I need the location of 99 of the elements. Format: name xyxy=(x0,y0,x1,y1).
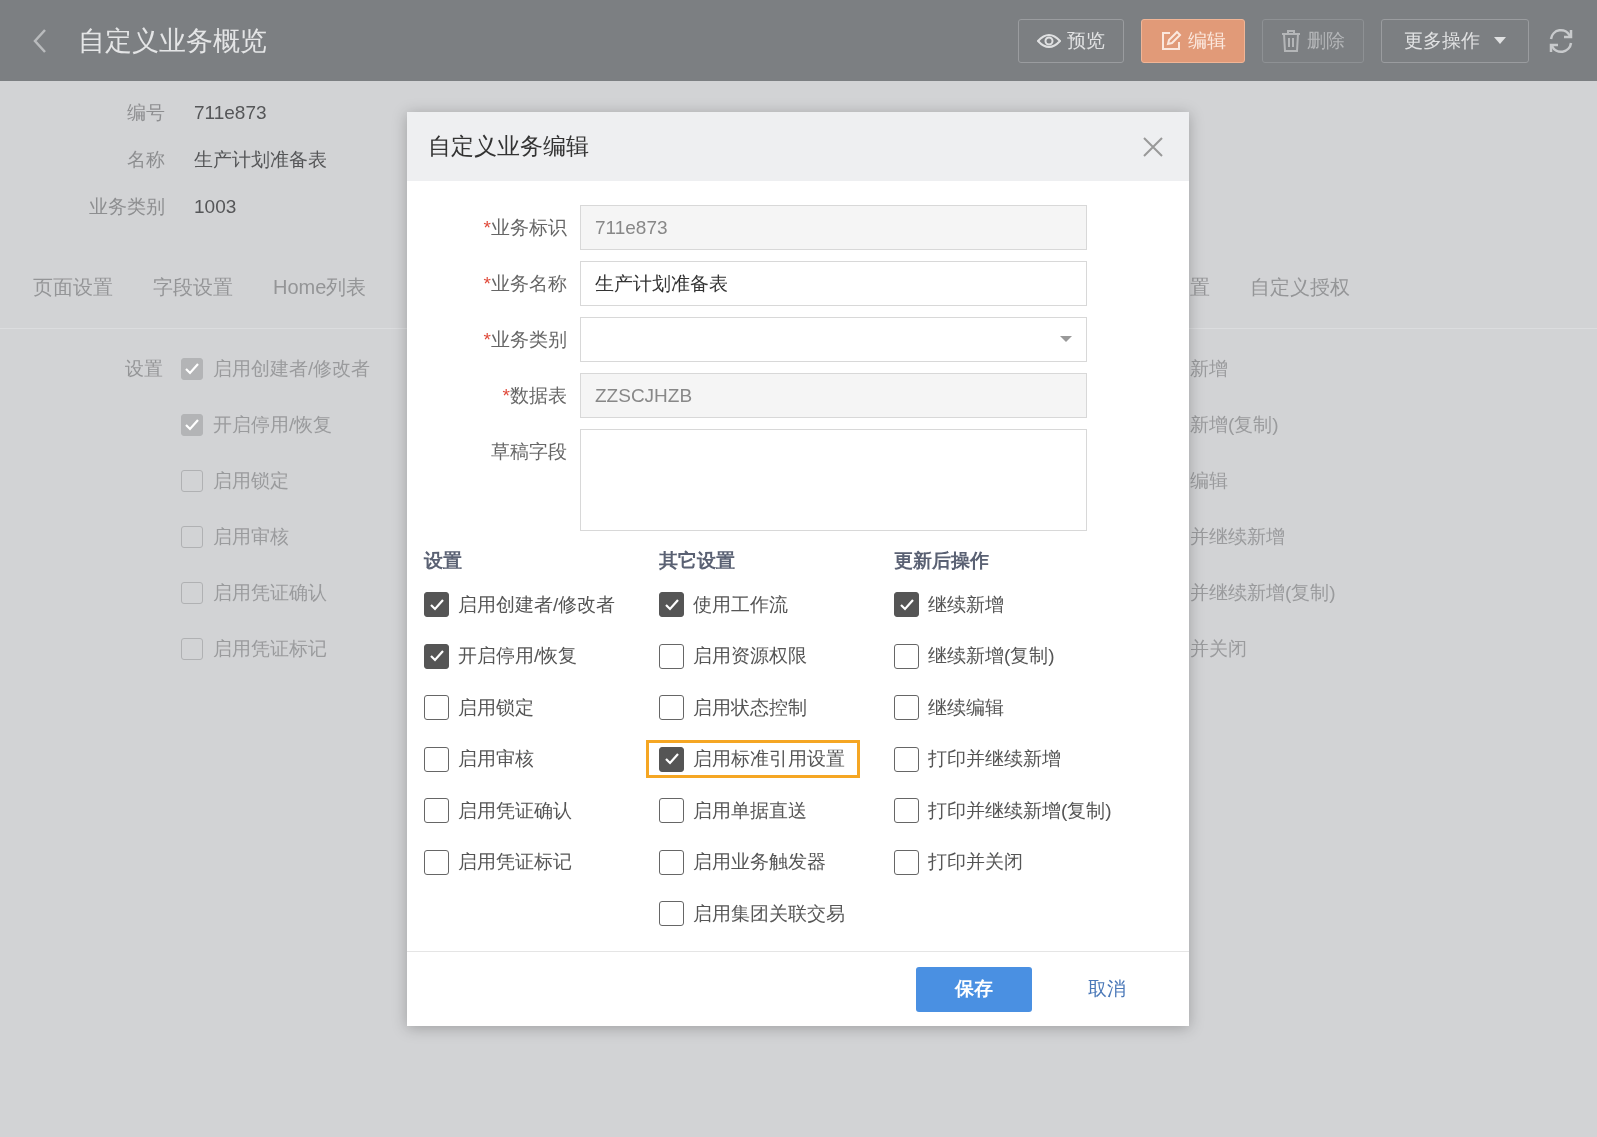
field-label: *数据表 xyxy=(501,384,567,408)
checkbox-label: 使用工作流 xyxy=(693,592,788,617)
checkbox[interactable] xyxy=(659,798,684,824)
field-label: *业务标识 xyxy=(482,216,567,240)
checkbox[interactable] xyxy=(181,526,203,548)
check-icon xyxy=(664,598,679,611)
field-label: 编号 xyxy=(126,100,165,125)
input-field[interactable]: 生产计划准备表 xyxy=(580,261,1087,306)
checkbox[interactable] xyxy=(424,849,449,875)
checkbox-label: 启用业务触发器 xyxy=(693,850,826,875)
field-label: 名称 xyxy=(126,147,165,172)
trash-icon xyxy=(1281,29,1301,52)
input-field[interactable]: 711e873 xyxy=(580,205,1087,250)
checkbox-label: 启用审核 xyxy=(213,525,289,549)
checkbox[interactable] xyxy=(181,638,203,660)
checkbox-label: 启用创建者/修改者 xyxy=(213,357,371,381)
checkbox[interactable] xyxy=(424,746,449,772)
checkbox-label: 继续新增(复制) xyxy=(928,644,1055,669)
checkbox[interactable] xyxy=(181,358,203,380)
checkbox[interactable] xyxy=(181,414,203,436)
checkbox[interactable] xyxy=(181,470,203,492)
checkbox-label: 打印并继续新增(复制) xyxy=(928,798,1112,823)
checkbox-label: 启用集团关联交易 xyxy=(693,901,845,926)
edit-button[interactable]: 编辑 xyxy=(1141,18,1245,63)
field-label: *业务名称 xyxy=(482,272,567,296)
check-icon xyxy=(664,753,679,766)
tab[interactable]: 字段设置 xyxy=(153,273,233,301)
page-title: 自定义业务概览 xyxy=(78,24,267,58)
cancel-button[interactable]: 取消 xyxy=(1078,966,1136,1012)
checkbox[interactable] xyxy=(894,592,919,618)
checkbox[interactable] xyxy=(894,695,919,721)
checkbox-label: 启用锁定 xyxy=(458,695,534,720)
checkbox[interactable] xyxy=(894,746,919,772)
field-label: 业务类别 xyxy=(88,194,165,219)
checkbox[interactable] xyxy=(659,695,684,721)
checkbox-label: 启用资源权限 xyxy=(693,644,807,669)
checkbox-label: 新增 xyxy=(1190,357,1229,381)
section-label: 设置 xyxy=(125,357,163,381)
checkbox[interactable] xyxy=(181,582,203,604)
field-label: 草稿字段 xyxy=(490,440,567,464)
field-value: 711e873 xyxy=(194,101,267,124)
checkbox-label: 启用单据直送 xyxy=(693,798,807,823)
checkbox[interactable] xyxy=(424,798,449,824)
check-icon xyxy=(429,598,444,611)
tab[interactable]: 页面设置 xyxy=(33,273,113,301)
checkbox[interactable] xyxy=(894,849,919,875)
checkbox[interactable] xyxy=(424,695,449,721)
checkbox[interactable] xyxy=(424,643,449,669)
checkbox-label: 启用凭证标记 xyxy=(213,637,327,661)
checkbox[interactable] xyxy=(659,592,684,618)
checkbox-label: 开启停用/恢复 xyxy=(213,413,333,437)
tab[interactable]: 自定义授权 xyxy=(1250,273,1350,301)
tab[interactable]: 置 xyxy=(1190,273,1210,301)
checkbox[interactable] xyxy=(424,592,449,618)
eye-icon xyxy=(1037,32,1061,49)
checkbox-label: 并关闭 xyxy=(1190,637,1248,661)
edit-icon xyxy=(1160,29,1182,52)
checkbox-label: 新增(复制) xyxy=(1190,413,1280,437)
view-button[interactable]: 预览 xyxy=(1018,18,1124,63)
checkbox-label: 启用状态控制 xyxy=(693,695,807,720)
checkbox-label: 启用创建者/修改者 xyxy=(458,592,616,617)
checkbox[interactable] xyxy=(894,798,919,824)
input-field[interactable]: ZZSCJHZB xyxy=(580,373,1087,418)
check-icon xyxy=(185,363,199,375)
field-value: 1003 xyxy=(194,195,237,218)
group-title: 更新后操作 xyxy=(894,549,990,573)
checkbox[interactable] xyxy=(659,643,684,669)
checkbox-label: 启用凭证确认 xyxy=(213,581,327,605)
checkbox[interactable] xyxy=(659,746,684,772)
field-label: *业务类别 xyxy=(482,328,567,352)
check-icon xyxy=(899,598,914,611)
menu-button[interactable]: 更多操作 xyxy=(1381,18,1529,63)
dialog-title: 自定义业务编辑 xyxy=(428,132,589,161)
checkbox-label: 启用审核 xyxy=(458,747,534,772)
group-title: 设置 xyxy=(424,549,463,573)
checkbox-label: 打印并关闭 xyxy=(928,850,1023,875)
save-button[interactable]: 保存 xyxy=(916,966,1032,1012)
checkbox-label: 启用标准引用设置 xyxy=(693,747,845,772)
caret-icon xyxy=(1060,336,1072,343)
check-icon xyxy=(429,650,444,663)
checkbox-label: 启用凭证标记 xyxy=(458,850,572,875)
checkbox-label: 继续编辑 xyxy=(928,695,1004,720)
checkbox[interactable] xyxy=(894,643,919,669)
checkbox-label: 打印并继续新增 xyxy=(928,747,1061,772)
checkbox-label: 并继续新增 xyxy=(1190,525,1286,549)
select-field[interactable] xyxy=(580,317,1087,362)
check-icon xyxy=(185,419,199,431)
checkbox-label: 继续新增 xyxy=(928,592,1004,617)
checkbox-label: 开启停用/恢复 xyxy=(458,644,578,669)
checkbox[interactable] xyxy=(659,901,684,927)
checkbox-label: 并继续新增(复制) xyxy=(1190,581,1337,605)
checkbox[interactable] xyxy=(659,849,684,875)
field-value: 生产计划准备表 xyxy=(194,147,327,172)
group-title: 其它设置 xyxy=(659,549,736,573)
checkbox-label: 启用凭证确认 xyxy=(458,798,572,823)
checkbox-label: 启用锁定 xyxy=(213,469,289,493)
textarea-field[interactable] xyxy=(580,429,1087,531)
tab[interactable]: Home列表 xyxy=(273,273,367,301)
caret-icon xyxy=(1494,36,1506,45)
